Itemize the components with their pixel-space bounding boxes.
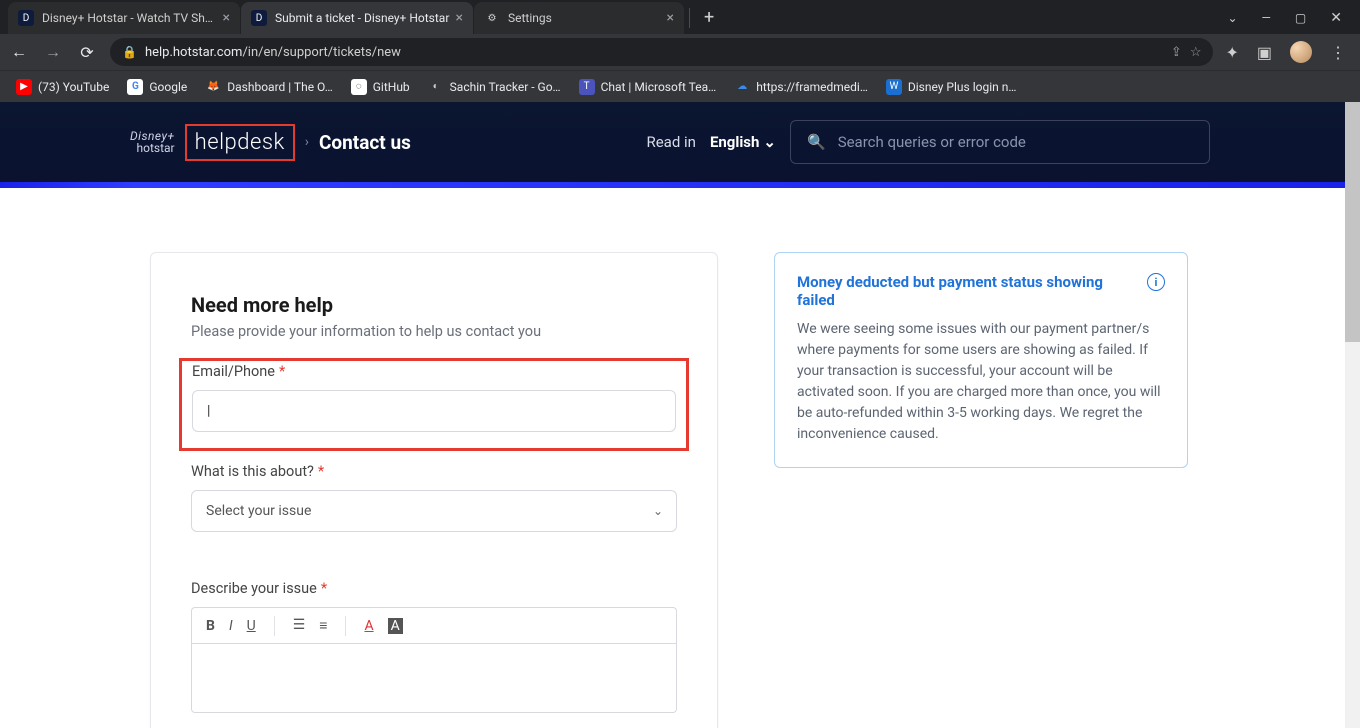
browser-titlebar: D Disney+ Hotstar - Watch TV Show × D Su… [0,0,1360,34]
chevron-down-icon: ⌄ [763,133,776,151]
describe-label: Describe your issue* [191,580,677,597]
underline-icon[interactable]: U [247,618,256,634]
close-icon[interactable]: × [456,10,463,26]
search-placeholder: Search queries or error code [838,133,1026,151]
tab-favicon: D [18,10,34,26]
window-controls: ⌄ — ▢ ✕ [1227,10,1360,34]
language-selector[interactable]: English⌄ [710,133,776,151]
browser-toolbar: ← → ⟳ 🔒 help.hotstar.com/in/en/support/t… [0,34,1360,70]
browser-tab[interactable]: D Disney+ Hotstar - Watch TV Show × [8,2,240,34]
kebab-icon[interactable]: ⋮ [1330,43,1346,62]
bookmark-item[interactable]: 🦊Dashboard | The O… [205,79,332,95]
close-window-icon[interactable]: ✕ [1330,10,1342,26]
close-icon[interactable]: × [223,10,230,26]
bookmark-item[interactable]: TChat | Microsoft Tea… [579,79,717,95]
tab-favicon: D [251,10,267,26]
read-in-label: Read in [646,133,695,151]
tab-title: Submit a ticket - Disney+ Hotstar [275,11,450,25]
email-label: Email/Phone* [192,363,676,380]
tab-favicon: ⚙ [484,10,500,26]
ordered-list-icon[interactable]: ≡ [319,617,327,634]
highlighted-field-group: Email/Phone* [179,358,689,451]
maximize-icon[interactable]: ▢ [1295,11,1306,25]
about-label: What is this about?* [191,463,677,480]
minimize-icon[interactable]: — [1262,11,1271,25]
italic-icon[interactable]: I [229,618,233,634]
url-text: help.hotstar.com/in/en/support/tickets/n… [145,45,1163,60]
site-header: Disney+ hotstar helpdesk › Contact us Re… [0,102,1360,182]
tab-separator [689,8,690,28]
search-input[interactable]: 🔍 Search queries or error code [790,120,1210,164]
toolbar-right: ✦ ▣ ⋮ [1225,41,1352,63]
issue-select[interactable]: Select your issue [191,490,677,532]
scrollbar-thumb[interactable] [1345,102,1360,342]
reload-icon[interactable]: ⟳ [76,43,98,62]
form-subtitle: Please provide your information to help … [191,323,677,340]
chevron-down-icon[interactable]: ⌄ [1227,11,1237,25]
browser-tab[interactable]: ⚙ Settings × [474,2,684,34]
bookmark-item[interactable]: ◐Sachin Tracker - Go… [428,79,561,95]
highlight-icon[interactable]: A [388,618,403,634]
form-title: Need more help [191,293,677,317]
profile-avatar[interactable] [1290,41,1312,63]
ticket-form-card: Need more help Please provide your infor… [150,252,718,728]
hotstar-logo[interactable]: Disney+ hotstar [130,130,175,154]
bookmark-item[interactable]: ▶(73) YouTube [16,79,109,95]
address-bar[interactable]: 🔒 help.hotstar.com/in/en/support/tickets… [110,38,1213,66]
text-color-icon[interactable]: A [364,618,373,634]
bookmark-item[interactable]: WDisney Plus login n… [886,79,1017,95]
info-icon: i [1147,273,1165,291]
info-card: Money deducted but payment status showin… [774,252,1188,468]
bookmarks-bar: ▶(73) YouTube GGoogle 🦊Dashboard | The O… [0,70,1360,102]
brand: Disney+ hotstar helpdesk › Contact us [130,124,411,161]
rte-toolbar: B I U ☰ ≡ A A [191,607,677,643]
describe-textarea[interactable] [191,643,677,713]
bookmark-item[interactable]: GGoogle [127,79,187,95]
info-title[interactable]: Money deducted but payment status showin… [797,273,1137,309]
main-columns: Need more help Please provide your infor… [0,188,1360,728]
close-icon[interactable]: × [667,10,674,26]
share-icon[interactable]: ⇪ [1171,45,1182,60]
forward-icon[interactable]: → [42,42,64,62]
page-content: Disney+ hotstar helpdesk › Contact us Re… [0,102,1360,728]
lock-icon: 🔒 [122,45,137,59]
chevron-right-icon: › [305,134,309,150]
tab-title: Disney+ Hotstar - Watch TV Show [42,11,217,25]
info-body: We were seeing some issues with our paym… [797,319,1165,445]
helpdesk-label[interactable]: helpdesk [185,124,295,161]
star-icon[interactable]: ☆ [1190,45,1202,60]
bookmark-item[interactable]: ◌GitHub [351,79,410,95]
back-icon[interactable]: ← [8,42,30,62]
separator [345,616,346,636]
breadcrumb: Contact us [319,131,411,154]
separator [274,616,275,636]
extensions-icon[interactable]: ✦ [1225,43,1238,62]
panel-icon[interactable]: ▣ [1257,43,1272,62]
browser-tab[interactable]: D Submit a ticket - Disney+ Hotstar × [241,2,473,34]
search-icon: 🔍 [807,133,826,151]
tab-title: Settings [508,11,661,25]
bold-icon[interactable]: B [206,618,215,634]
new-tab-button[interactable]: + [694,7,724,34]
browser-tabs: D Disney+ Hotstar - Watch TV Show × D Su… [0,0,1227,34]
bullet-list-icon[interactable]: ☰ [293,617,306,634]
email-field[interactable] [192,390,676,432]
bookmark-item[interactable]: ☁https://framedmedi… [734,79,868,95]
